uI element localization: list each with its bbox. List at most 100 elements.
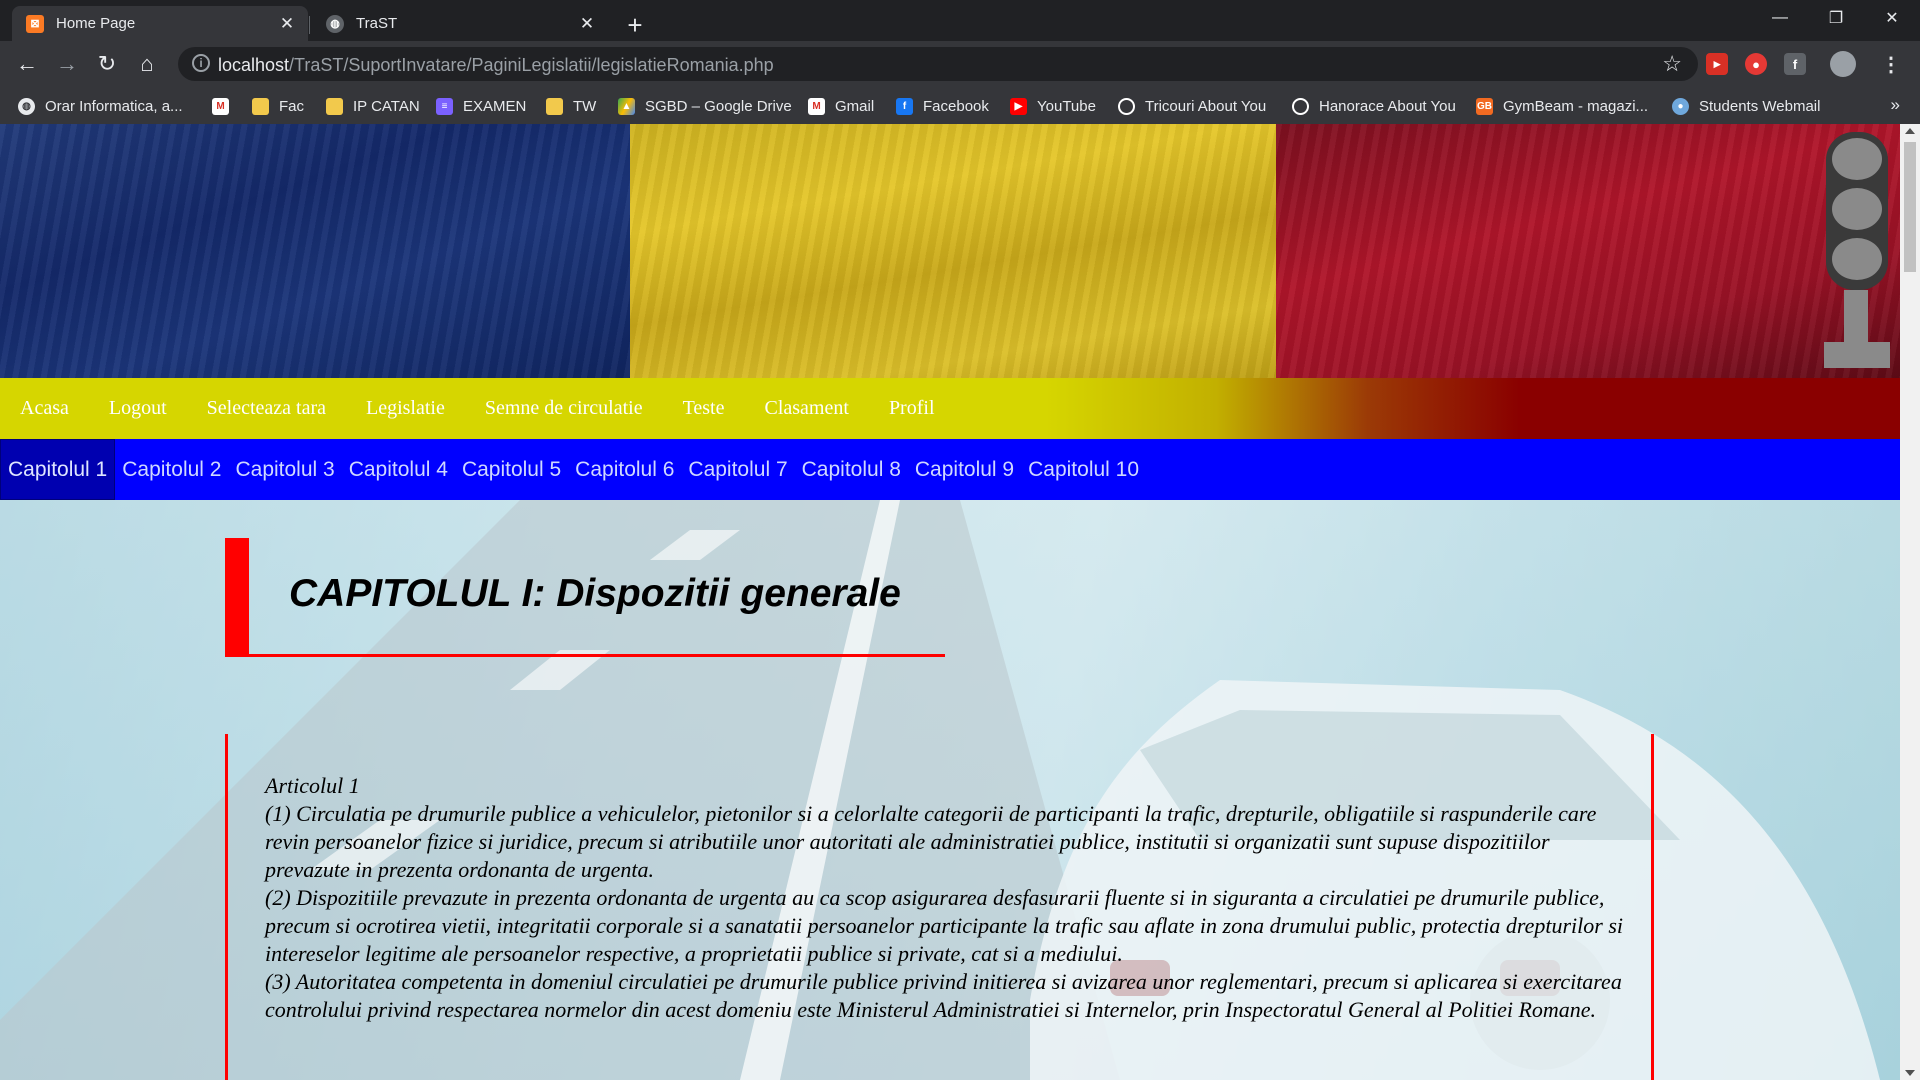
bookmark-examen[interactable]: ≡ EXAMEN <box>436 95 526 117</box>
restore-button[interactable]: ❐ <box>1808 0 1864 36</box>
bookmark-tw[interactable]: TW <box>546 95 596 117</box>
bookmark-orar-informatica[interactable]: ◍ Orar Informatica, a... <box>18 95 183 117</box>
bookmark-gmail-unnamed[interactable]: M <box>212 95 239 117</box>
scroll-up-icon[interactable] <box>1905 128 1915 134</box>
chapter-header: CAPITOLUL I: Dispozitii generale <box>225 538 945 657</box>
flag-yellow-band <box>630 124 1276 378</box>
gymbeam-icon: GB <box>1476 97 1493 115</box>
youtube-icon: ▶ <box>1010 97 1027 115</box>
article-container: Articolul 1 (1) Circulatia pe drumurile … <box>225 734 1655 1080</box>
nav-selecteaza-tara[interactable]: Selecteaza tara <box>207 397 326 420</box>
right-border <box>1651 734 1654 1080</box>
nav-acasa[interactable]: Acasa <box>20 397 69 420</box>
circle-icon <box>1118 97 1135 115</box>
chapter-tab-8[interactable]: Capitolul 8 <box>795 439 908 500</box>
chapter-tab-1[interactable]: Capitolul 1 <box>0 439 116 500</box>
info-icon[interactable]: i <box>192 54 210 72</box>
url-text[interactable]: localhost/TraST/SuportInvatare/PaginiLeg… <box>218 55 774 76</box>
folder-icon <box>546 97 563 115</box>
chapter-tab-10[interactable]: Capitolul 10 <box>1021 439 1146 500</box>
webmail-icon: ● <box>1672 97 1689 115</box>
bookmarks-bar: ◍ Orar Informatica, a... M Fac IP CATAN … <box>0 87 1920 125</box>
browser-toolbar: ← → ↻ ⌂ i localhost/TraST/SuportInvatare… <box>0 41 1920 87</box>
bookmark-gymbeam[interactable]: GB GymBeam - magazi... <box>1476 95 1648 117</box>
circle-icon <box>1292 97 1309 115</box>
romania-flag-banner <box>0 124 1900 378</box>
page-scrollbar[interactable] <box>1900 124 1920 1080</box>
address-bar[interactable]: i localhost/TraST/SuportInvatare/PaginiL… <box>178 47 1698 81</box>
minimize-button[interactable]: — <box>1752 0 1808 36</box>
bookmark-students-webmail[interactable]: ● Students Webmail <box>1672 95 1820 117</box>
tab-title: TraST <box>356 15 398 32</box>
tab-title: Home Page <box>56 15 136 32</box>
flag-blue-band <box>0 124 630 378</box>
folder-icon <box>326 97 343 115</box>
globe-icon: ◍ <box>18 97 35 115</box>
tab-separator <box>309 16 310 34</box>
extension-icon[interactable]: ● <box>1745 53 1767 75</box>
tab-trast[interactable]: ◍ TraST ✕ <box>312 6 608 41</box>
nav-semne-de-circulatie[interactable]: Semne de circulatie <box>485 397 643 420</box>
bookmark-tricouri[interactable]: Tricouri About You <box>1118 95 1266 117</box>
bookmark-sgbd-drive[interactable]: ▲ SGBD – Google Drive <box>618 95 792 117</box>
bookmark-fac[interactable]: Fac <box>252 95 304 117</box>
forward-button[interactable]: → <box>50 47 84 81</box>
article-heading: Articolul 1 <box>265 773 360 798</box>
new-tab-button[interactable]: + <box>618 8 652 42</box>
scroll-thumb[interactable] <box>1904 142 1916 272</box>
flag-red-band <box>1276 124 1900 378</box>
article-paragraph: (3) Autoritatea competenta in domeniul c… <box>265 969 1622 1022</box>
bookmarks-overflow-icon[interactable]: » <box>1891 95 1900 115</box>
folder-icon <box>252 97 269 115</box>
bookmark-youtube[interactable]: ▶ YouTube <box>1010 95 1096 117</box>
chapter-tab-4[interactable]: Capitolul 4 <box>342 439 455 500</box>
back-button[interactable]: ← <box>10 47 44 81</box>
globe-icon: ◍ <box>326 14 344 33</box>
reload-button[interactable]: ↻ <box>90 47 124 81</box>
chapter-tab-9[interactable]: Capitolul 9 <box>908 439 1021 500</box>
extension-icon[interactable]: ▸ <box>1706 53 1728 75</box>
menu-icon[interactable]: ⋮ <box>1880 53 1902 76</box>
bookmark-facebook[interactable]: f Facebook <box>896 95 989 117</box>
chapter-tab-3[interactable]: Capitolul 3 <box>228 439 341 500</box>
legislation-content: CAPITOLUL I: Dispozitii generale Articol… <box>0 500 1900 1080</box>
chapter-tab-2[interactable]: Capitolul 2 <box>115 439 228 500</box>
red-underline <box>225 654 945 657</box>
chapter-nav: Capitolul 1 Capitolul 2 Capitolul 3 Capi… <box>0 439 1900 500</box>
page-viewport: Acasa Logout Selecteaza tara Legislatie … <box>0 124 1900 1080</box>
gmail-icon: M <box>808 97 825 115</box>
close-icon[interactable]: ✕ <box>276 13 298 35</box>
bookmark-ip-catan[interactable]: IP CATAN <box>326 95 420 117</box>
avatar[interactable] <box>1830 51 1856 77</box>
close-window-button[interactable]: ✕ <box>1864 0 1920 36</box>
chapter-tab-7[interactable]: Capitolul 7 <box>681 439 794 500</box>
bookmark-gmail[interactable]: M Gmail <box>808 95 874 117</box>
tab-strip: ⊠ Home Page ✕ ◍ TraST ✕ + — ❐ ✕ <box>0 0 1920 41</box>
traffic-light-logo <box>1824 132 1890 378</box>
gmail-icon: M <box>212 97 229 115</box>
home-button[interactable]: ⌂ <box>130 47 164 81</box>
bookmark-hanorace[interactable]: Hanorace About You <box>1292 95 1456 117</box>
left-border <box>225 734 228 1080</box>
nav-logout[interactable]: Logout <box>109 397 167 420</box>
star-icon[interactable]: ☆ <box>1662 51 1682 77</box>
chapter-tab-5[interactable]: Capitolul 5 <box>455 439 568 500</box>
nav-teste[interactable]: Teste <box>683 397 725 420</box>
red-accent-bar <box>225 538 249 656</box>
nav-clasament[interactable]: Clasament <box>765 397 849 420</box>
facebook-extension-icon[interactable]: f <box>1784 53 1806 75</box>
main-nav: Acasa Logout Selecteaza tara Legislatie … <box>0 378 1900 439</box>
nav-profil[interactable]: Profil <box>889 397 935 420</box>
article-paragraph: (1) Circulatia pe drumurile publice a ve… <box>265 801 1597 882</box>
article-paragraph: (2) Dispozitiile prevazute in prezenta o… <box>265 885 1624 966</box>
nav-legislatie[interactable]: Legislatie <box>366 397 445 420</box>
close-icon[interactable]: ✕ <box>576 13 598 35</box>
facebook-icon: f <box>896 97 913 115</box>
tab-home-page[interactable]: ⊠ Home Page ✕ <box>12 6 308 41</box>
xampp-icon: ⊠ <box>26 14 44 33</box>
scroll-down-icon[interactable] <box>1905 1070 1915 1076</box>
article-text: Articolul 1 (1) Circulatia pe drumurile … <box>265 772 1635 1024</box>
list-icon: ≡ <box>436 97 453 115</box>
chapter-tab-6[interactable]: Capitolul 6 <box>568 439 681 500</box>
drive-icon: ▲ <box>618 97 635 115</box>
